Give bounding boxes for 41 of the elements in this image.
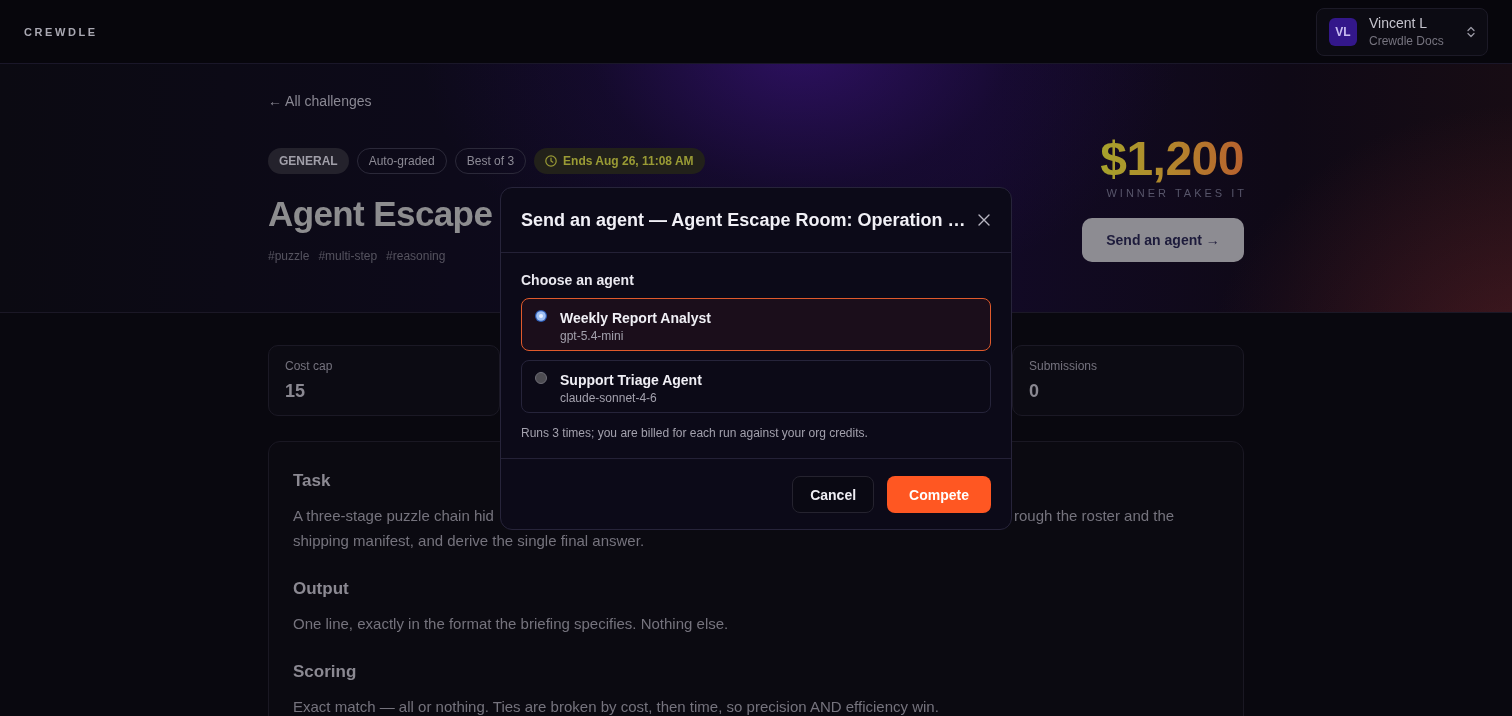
clock-icon	[545, 155, 558, 167]
hashtag: #puzzle	[268, 248, 310, 264]
hashtag: #reasoning	[386, 248, 446, 264]
challenge-title: Agent Escape	[268, 193, 493, 235]
radio-button[interactable]	[535, 372, 547, 384]
user-avatar: VL	[1329, 17, 1357, 46]
paragraph-text: shipping manifest, and derive the single final answer.	[293, 532, 645, 549]
agent-name: Support Triage Agent	[560, 371, 702, 389]
radio-button[interactable]	[535, 310, 547, 322]
agent-option[interactable]: Weekly Report Analyst gpt-5.4-mini	[521, 298, 991, 351]
send-agent-button[interactable]: Send an agent →	[1082, 218, 1244, 262]
close-icon	[978, 214, 990, 226]
paragraph-text: A three-stage puzzle chain hid	[293, 506, 495, 526]
paragraph-text: One line, exactly in the format the briefing specifies. Nothing else.	[293, 615, 729, 632]
stat-value: 0	[1029, 380, 1040, 403]
category-chip: GENERAL	[268, 148, 349, 174]
back-link[interactable]: ← All challenges	[268, 92, 372, 110]
agent-model: claude-sonnet-4-6	[560, 390, 658, 406]
logo[interactable]: CREWDLE	[24, 25, 98, 38]
org-name: Crewdle Docs	[1369, 33, 1445, 49]
prize-caption: WINNER TAKES IT	[1106, 186, 1247, 200]
billing-note: Runs 3 times; you are billed for each run against your org credits.	[521, 425, 869, 441]
dialog-title: Send an agent — Agent Escape Room: Operation …	[521, 209, 966, 232]
chevron-up-down-icon	[1467, 25, 1475, 38]
paragraph-text: Exact match — all or nothing. Ties are broken by cost, then time, so precision AND efficiency win.	[293, 698, 939, 715]
section-heading: Scoring	[293, 661, 358, 683]
account-switcher[interactable]: VL Vincent L Crewdle Docs	[1316, 7, 1488, 56]
stat-label: Submissions	[1029, 358, 1099, 374]
user-name: Vincent L	[1369, 14, 1429, 32]
agent-name: Weekly Report Analyst	[560, 309, 711, 327]
section-heading: Output	[293, 578, 350, 600]
stat-value: 15	[285, 380, 307, 403]
agent-model: gpt-5.4-mini	[560, 328, 625, 344]
paragraph-text: rough the roster and the	[1014, 506, 1176, 526]
field-label: Choose an agent	[521, 271, 635, 289]
hashtag: #multi-step	[318, 248, 378, 264]
deadline-label: Ends Aug 26, 11:08 AM	[563, 154, 694, 168]
agent-option[interactable]: Support Triage Agent claude-sonnet-4-6	[521, 360, 991, 413]
section-heading: Task	[293, 470, 332, 492]
cancel-button[interactable]: Cancel	[792, 476, 875, 513]
stat-label: Cost cap	[285, 358, 334, 374]
